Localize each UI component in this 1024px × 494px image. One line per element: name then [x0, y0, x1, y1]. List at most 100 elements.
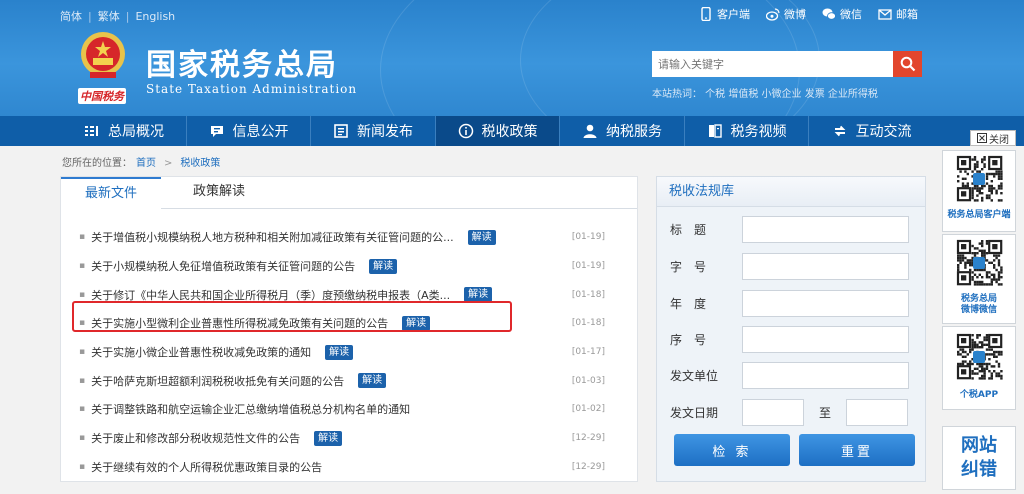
- search-input[interactable]: [652, 51, 893, 77]
- serial-input[interactable]: [742, 326, 909, 353]
- interpretation-badge[interactable]: 解读: [325, 344, 354, 360]
- lang-simplified[interactable]: 简体: [60, 8, 82, 24]
- document-list-item[interactable]: ▪ 关于增值税小规模纳税人地方税种和相关附加减征政策有关征管问题的公... 解读 [0…: [79, 223, 625, 252]
- hot-words[interactable]: 本站热词： 个税 增值税 小微企业 发票 企业所得税: [652, 85, 878, 100]
- nav-item-tax-policy[interactable]: 税收政策: [436, 116, 560, 146]
- interpretation-badge[interactable]: 解读: [358, 373, 387, 389]
- document-list-item[interactable]: ▪ 关于继续有效的个人所得税优惠政策目录的公告 [12-29]: [79, 453, 625, 482]
- interpretation-badge[interactable]: 解读: [467, 229, 496, 245]
- mail-link[interactable]: 邮箱: [878, 6, 918, 22]
- nav-item-news[interactable]: 新闻发布: [311, 116, 436, 146]
- breadcrumb-home[interactable]: 首页: [136, 158, 156, 169]
- nav-item-label: 新闻发布: [357, 124, 413, 140]
- document-list-item[interactable]: ▪ 关于废止和修改部分税收规范性文件的公告 解读 [12-29]: [79, 424, 625, 453]
- bullet-icon: ▪: [79, 232, 86, 243]
- qr-label: 税务总局客户端: [947, 210, 1011, 220]
- qr-iit-app[interactable]: 个税APP: [942, 326, 1016, 410]
- date-to-label: 至: [818, 406, 831, 420]
- site-error-report[interactable]: 网站 纠错: [942, 426, 1016, 490]
- nav-item-service[interactable]: 纳税服务: [560, 116, 685, 146]
- list-icon: [85, 126, 98, 136]
- field-label: 标 题: [670, 223, 707, 237]
- document-title[interactable]: 关于实施小微企业普惠性税收减免政策的通知: [91, 344, 311, 360]
- breadcrumb-current[interactable]: 税收政策: [180, 158, 220, 169]
- field-label: 字 号: [670, 260, 707, 274]
- qr-client[interactable]: 税务总局客户端: [942, 150, 1016, 232]
- qr-weibo-wechat[interactable]: 税务总局 微博微信: [942, 234, 1016, 324]
- date-from-input[interactable]: [742, 399, 804, 426]
- year-input[interactable]: [742, 290, 909, 317]
- weibo-link[interactable]: 微博: [766, 6, 806, 22]
- issuer-input[interactable]: [742, 362, 909, 389]
- nav-item-label: 税收政策: [481, 124, 538, 140]
- field-year-row: 年 度: [670, 290, 909, 317]
- site-title[interactable]: 国家税务总局: [146, 40, 338, 84]
- document-list-item[interactable]: ▪ 关于小规模纳税人免征增值税政策有关征管问题的公告 解读 [01-19]: [79, 252, 625, 281]
- document-title[interactable]: 关于增值税小规模纳税人地方税种和相关附加减征政策有关征管问题的公...: [91, 229, 454, 245]
- search-button[interactable]: [893, 51, 922, 77]
- date-to-input[interactable]: [846, 399, 908, 426]
- document-date: [01-19]: [571, 261, 605, 272]
- client-link[interactable]: 客户端: [699, 6, 750, 22]
- search-regulation-button[interactable]: 检 索: [674, 434, 790, 466]
- document-list-item[interactable]: ▪ 关于哈萨克斯坦超额利润税税收抵免有关问题的公告 解读 [01-03]: [79, 366, 625, 395]
- lang-traditional[interactable]: 繁体: [98, 8, 120, 24]
- bullet-icon: ▪: [79, 347, 86, 358]
- document-title[interactable]: 关于哈萨克斯坦超额利润税税收抵免有关问题的公告: [91, 373, 344, 389]
- wechat-link-label: 微信: [840, 8, 862, 21]
- document-date: [01-03]: [571, 375, 605, 386]
- interpretation-badge[interactable]: 解读: [314, 430, 343, 446]
- nav-item-label: 纳税服务: [606, 124, 662, 140]
- document-date: [01-17]: [571, 347, 605, 358]
- field-label: 发文日期: [670, 406, 719, 420]
- top-links: 客户端 微博 微信 邮箱: [699, 6, 918, 22]
- qr-code-icon: [956, 333, 1003, 380]
- close-button[interactable]: 关闭: [970, 130, 1016, 146]
- document-date: [01-18]: [571, 318, 605, 329]
- mobile-icon: [701, 7, 711, 21]
- field-number-row: 字 号: [670, 253, 909, 280]
- interpretation-badge[interactable]: 解读: [464, 287, 493, 303]
- nav-item-video[interactable]: 税务视频: [685, 116, 809, 146]
- document-title[interactable]: 关于调整铁路和航空运输企业汇总缴纳增值税总分机构名单的通知: [91, 401, 410, 417]
- reset-button[interactable]: 重置: [799, 434, 915, 466]
- document-title[interactable]: 关于废止和修改部分税收规范性文件的公告: [91, 430, 300, 446]
- wechat-link[interactable]: 微信: [822, 6, 862, 22]
- video-icon: [708, 124, 722, 138]
- nav-item-label: 信息公开: [232, 124, 289, 140]
- breadcrumb-separator: >: [164, 158, 173, 169]
- qr-code-icon: [956, 239, 1003, 286]
- bullet-icon: ▪: [79, 461, 86, 472]
- close-icon: [977, 133, 987, 143]
- document-date: [12-29]: [571, 433, 605, 444]
- bullet-icon: ▪: [79, 433, 86, 444]
- nav-item-info[interactable]: 信息公开: [187, 116, 311, 146]
- title-input[interactable]: [742, 216, 909, 243]
- interpretation-badge[interactable]: 解读: [369, 258, 398, 274]
- field-title-row: 标 题: [670, 216, 909, 243]
- bullet-icon: ▪: [79, 289, 86, 300]
- breadcrumb-prefix: 您所在的位置：: [62, 158, 132, 169]
- document-title[interactable]: 关于继续有效的个人所得税优惠政策目录的公告: [91, 459, 322, 475]
- lang-english[interactable]: English: [135, 10, 175, 23]
- national-emblem-icon: [81, 32, 125, 78]
- info-icon: [458, 123, 473, 139]
- document-list-item[interactable]: ▪ 关于实施小微企业普惠性税收减免政策的通知 解读 [01-17]: [79, 338, 625, 367]
- qr-label: 税务总局 微博微信: [960, 294, 997, 315]
- document-date: [01-18]: [571, 289, 605, 300]
- chat-bubble-icon: [210, 126, 223, 137]
- document-title[interactable]: 关于小规模纳税人免征增值税政策有关征管问题的公告: [91, 258, 355, 274]
- main-nav: 总局概况 信息公开 新闻发布 税收政策 纳税服务 税务视频 互动交流: [0, 116, 1024, 146]
- close-label: 关闭: [989, 134, 1009, 146]
- nav-item-interact[interactable]: 互动交流: [809, 116, 934, 146]
- tab-policy-interpretation[interactable]: 政策解读: [165, 177, 273, 209]
- nav-item-overview[interactable]: 总局概况: [62, 116, 187, 146]
- field-date-row: 发文日期 至: [670, 399, 908, 426]
- error-label-2: 纠错: [961, 459, 997, 480]
- mail-link-label: 邮箱: [896, 8, 918, 21]
- document-list-item[interactable]: ▪ 关于调整铁路和航空运输企业汇总缴纳增值税总分机构名单的通知 [01-02]: [79, 395, 625, 424]
- slogan-logo: 中国税务: [78, 88, 126, 104]
- language-switcher: 简体 | 繁体 | English: [60, 8, 176, 24]
- doc-number-input[interactable]: [742, 253, 909, 280]
- tab-latest-documents[interactable]: 最新文件: [61, 177, 161, 209]
